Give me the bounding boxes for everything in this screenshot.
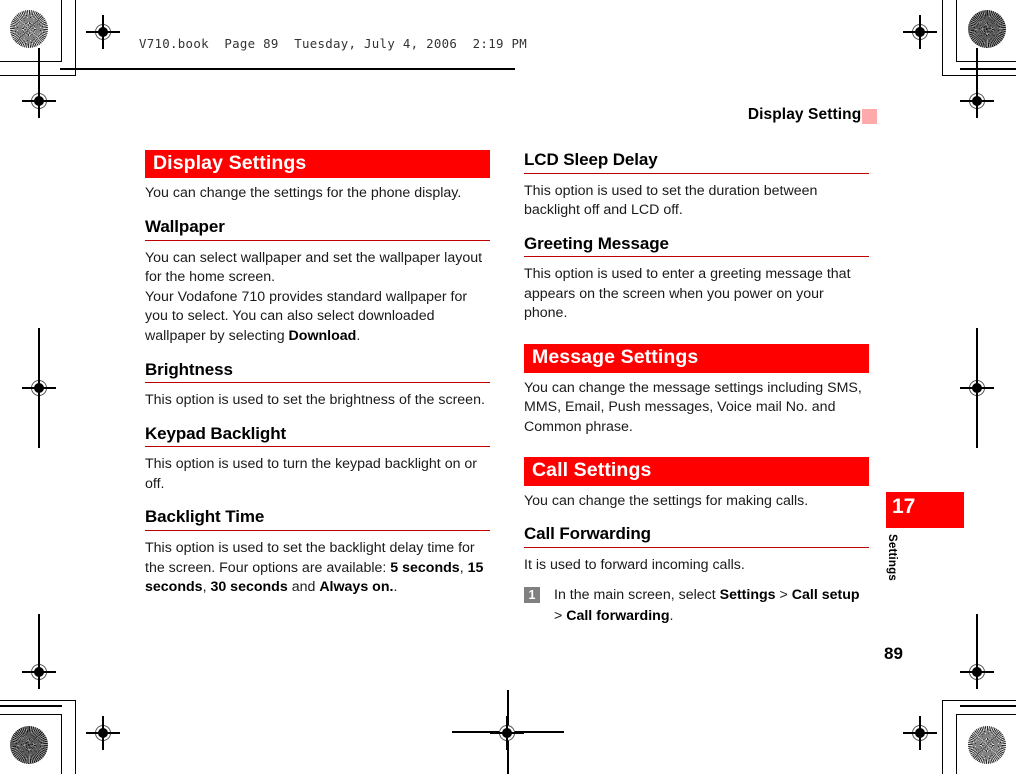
corner-box-bottom-right-outer <box>942 700 1016 774</box>
trim-stub-left-lower-mid <box>38 396 40 448</box>
registration-target-lower-right <box>960 655 994 689</box>
chapter-tab-number: 17 <box>892 495 916 518</box>
trim-line-top-left <box>60 68 515 70</box>
paragraph-keypad-backlight: This option is used to turn the keypad b… <box>145 456 478 492</box>
registration-target-bottom-center <box>490 716 524 750</box>
starburst-mark-bottom-right <box>968 726 1006 764</box>
registration-target-bottom-right <box>903 716 937 750</box>
trim-line-bottom-right <box>960 705 1016 707</box>
corner-box-top-right-outer <box>942 0 1016 76</box>
subheading-lcd-sleep-delay: LCD Sleep Delay <box>524 150 869 174</box>
corner-box-bottom-left-outer <box>0 700 76 774</box>
trim-line-top-right <box>960 68 1016 70</box>
section-intro-message-settings: You can change the message settings incl… <box>524 379 862 435</box>
registration-target-middle-right <box>960 371 994 405</box>
paragraph-backlight-time: This option is used to set the backlight… <box>145 539 484 596</box>
paragraph-call-forwarding: It is used to forward incoming calls. <box>524 556 745 573</box>
page-number: 89 <box>884 644 903 663</box>
section-bar-display-settings: Display Settings <box>145 150 490 179</box>
trim-line-bottom-left <box>0 705 62 707</box>
paragraph-lcd-sleep-delay: This option is used to set the duration … <box>524 182 818 219</box>
corner-box-top-left-outer <box>0 0 76 76</box>
registration-target-bottom-left <box>86 716 120 750</box>
trim-stub-left-bottom <box>38 614 40 664</box>
trim-stub-right-top <box>976 48 978 100</box>
section-bar-message-settings: Message Settings <box>524 344 869 373</box>
chapter-tab-block: 17 <box>886 492 964 528</box>
paragraph-greeting-message: This option is used to enter a greeting … <box>524 266 851 322</box>
registration-target-top-right <box>903 15 937 49</box>
paragraph-brightness: This option is used to set the brightnes… <box>145 392 485 409</box>
trim-stub-right-bottom <box>976 614 978 664</box>
corner-box-top-left <box>0 0 62 62</box>
registration-target-middle-left <box>22 371 56 405</box>
document-page: V710.book Page 89 Tuesday, July 4, 2006 … <box>0 0 1016 774</box>
running-head-marker-square <box>862 109 877 124</box>
section-intro-display-settings: You can change the settings for the phon… <box>145 185 462 202</box>
registration-target-upper-left <box>22 84 56 118</box>
trim-stub-bottom-center <box>507 690 509 774</box>
registration-target-top-left <box>86 15 120 49</box>
left-column: Display Settings You can change the sett… <box>145 150 490 598</box>
section-intro-call-settings: You can change the settings for making c… <box>524 492 809 509</box>
starburst-mark-bottom-left <box>10 726 48 764</box>
step-text: In the main screen, select Settings > Ca… <box>554 587 860 625</box>
chapter-tab-label: Settings <box>886 534 898 581</box>
trim-stub-right-upper-mid <box>976 328 978 380</box>
file-header-stamp: V710.book Page 89 Tuesday, July 4, 2006 … <box>139 36 527 51</box>
right-column: LCD Sleep Delay This option is used to s… <box>524 150 869 627</box>
subheading-wallpaper: Wallpaper <box>145 217 490 241</box>
running-head-title: Display Settings <box>747 106 870 123</box>
starburst-mark-top-left <box>10 10 48 48</box>
section-bar-call-settings: Call Settings <box>524 457 869 486</box>
registration-target-upper-right <box>960 84 994 118</box>
corner-box-top-right <box>956 0 1016 62</box>
trim-stub-right-lower-mid <box>976 396 978 448</box>
corner-box-bottom-left <box>0 714 62 774</box>
trim-stub-left-top <box>38 48 40 100</box>
subheading-greeting-message: Greeting Message <box>524 234 869 258</box>
subheading-brightness: Brightness <box>145 360 490 384</box>
subheading-call-forwarding: Call Forwarding <box>524 524 869 548</box>
step-item-1: 1 In the main screen, select Settings > … <box>524 585 869 627</box>
starburst-mark-top-right <box>968 10 1006 48</box>
subheading-keypad-backlight: Keypad Backlight <box>145 424 490 448</box>
registration-target-lower-left <box>22 655 56 689</box>
subheading-backlight-time: Backlight Time <box>145 507 490 531</box>
paragraph-wallpaper: You can select wallpaper and set the wal… <box>145 249 483 344</box>
corner-box-bottom-right <box>956 714 1016 774</box>
step-number-badge: 1 <box>524 587 540 604</box>
trim-rule-bottom-center <box>452 731 564 733</box>
trim-stub-left-upper-mid <box>38 328 40 380</box>
